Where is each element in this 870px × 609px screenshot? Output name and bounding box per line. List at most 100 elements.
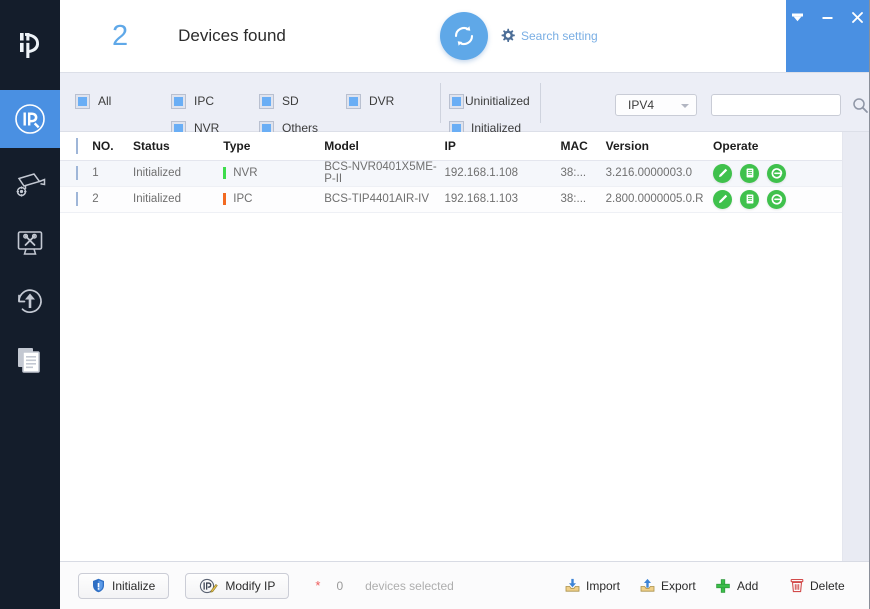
cell-type: NVR <box>223 160 325 187</box>
chevron-down-filled-icon <box>792 13 803 22</box>
cell-model: BCS-TIP4401AIR-IV <box>324 186 445 213</box>
cell-status: Initialized <box>133 160 224 187</box>
select-all-cell <box>60 132 93 161</box>
cell-type-label: IPC <box>233 193 253 205</box>
close-button[interactable] <box>849 9 866 26</box>
row-select-cell <box>60 160 93 187</box>
cell-type: IPC <box>223 186 325 213</box>
browser-e-icon <box>771 168 782 179</box>
main-area: 2 Devices found Search setting All IPC S… <box>60 0 869 609</box>
pencil-edit-icon <box>718 168 727 177</box>
search-setting-button[interactable]: Search setting <box>500 28 598 43</box>
export-label: Export <box>661 578 696 593</box>
cell-operate <box>713 186 842 213</box>
sidebar-item-ip-config[interactable] <box>0 90 60 148</box>
tray-button[interactable] <box>789 9 806 26</box>
checkbox-select-all[interactable] <box>76 137 78 154</box>
checkbox-row-1[interactable] <box>76 166 78 180</box>
device-table-container: NO. Status Type Model IP MAC Version Ope… <box>60 132 869 561</box>
ip-pencil-icon <box>200 578 219 593</box>
search-icon <box>853 98 868 113</box>
import-tray-icon <box>565 578 580 592</box>
search-input[interactable] <box>712 95 840 115</box>
row-edit-button[interactable] <box>713 163 733 183</box>
filter-uninitialized[interactable]: Uninitialized <box>449 93 530 109</box>
add-button[interactable]: Add <box>715 578 758 594</box>
sidebar-item-device-repair[interactable] <box>0 214 60 272</box>
table-row[interactable]: 2 Initialized IPC BCS-TIP4401AIR-IV 192.… <box>60 186 842 213</box>
filter-ipc[interactable]: IPC <box>171 93 215 109</box>
document-details-icon <box>746 194 753 204</box>
checkbox-dvr[interactable] <box>346 93 361 109</box>
browser-e-icon <box>771 194 782 205</box>
filter-divider-right <box>540 83 541 123</box>
initialize-button[interactable]: Initialize <box>78 572 170 599</box>
checkbox-ipc[interactable] <box>171 93 186 109</box>
minimize-button[interactable] <box>819 9 836 26</box>
cell-version: 3.216.0000003.0 <box>605 160 714 187</box>
filter-divider-left <box>440 83 441 123</box>
checkbox-all[interactable] <box>75 93 90 109</box>
cell-no: 1 <box>92 160 134 187</box>
search-input-wrapper[interactable] <box>711 94 841 116</box>
sidebar-item-upgrade[interactable] <box>0 272 60 330</box>
row-web-button[interactable] <box>767 189 787 209</box>
camera-settings-icon <box>16 173 46 197</box>
refresh-button[interactable] <box>440 12 488 60</box>
left-sidebar <box>0 0 60 609</box>
search-submit-button[interactable] <box>852 97 869 119</box>
row-web-button[interactable] <box>767 163 787 183</box>
document-details-icon <box>746 168 753 178</box>
shield-icon <box>93 578 104 593</box>
delete-button[interactable]: Delete <box>790 578 845 593</box>
add-label: Add <box>737 578 759 593</box>
cell-operate <box>713 160 842 187</box>
checkbox-row-2[interactable] <box>76 192 78 206</box>
search-setting-label: Search setting <box>521 28 598 43</box>
devices-found-label: Devices found <box>178 26 286 45</box>
app-logo <box>0 0 60 90</box>
vertical-scrollbar[interactable] <box>842 132 869 561</box>
refresh-circular-arrows-icon <box>454 26 474 46</box>
column-header-version: Version <box>605 132 714 161</box>
checkbox-sd[interactable] <box>259 93 274 109</box>
minimize-icon <box>822 17 833 19</box>
row-edit-button[interactable] <box>713 189 733 209</box>
column-header-no: NO. <box>92 132 134 161</box>
sidebar-item-device-config[interactable] <box>0 156 60 214</box>
cell-mac: 38:... <box>560 160 606 187</box>
modify-ip-label: Modify IP <box>225 578 276 593</box>
row-select-cell <box>60 186 93 213</box>
header-bar: 2 Devices found Search setting <box>60 0 869 72</box>
filter-sd[interactable]: SD <box>259 93 299 109</box>
sidebar-item-logs[interactable] <box>0 330 60 388</box>
selected-count: 0 <box>336 578 344 593</box>
column-header-status: Status <box>133 132 224 161</box>
upgrade-arrow-icon <box>18 289 42 313</box>
footer-toolbar: Initialize Modify IP * 0 devices selecte… <box>60 561 869 609</box>
selected-label: devices selected <box>365 578 454 593</box>
delete-label: Delete <box>810 578 845 593</box>
export-tray-icon <box>640 578 655 592</box>
row-details-button[interactable] <box>740 189 760 209</box>
checkbox-uninitialized[interactable] <box>449 93 464 109</box>
device-manager-window: 2 Devices found Search setting All IPC S… <box>0 0 870 609</box>
row-details-button[interactable] <box>740 163 760 183</box>
protocol-select[interactable]: IPV4 <box>615 94 697 116</box>
import-button[interactable]: Import <box>565 578 620 593</box>
filter-dvr-label: DVR <box>369 94 395 108</box>
chevron-down-icon <box>681 104 689 108</box>
filter-dvr[interactable]: DVR <box>346 93 395 109</box>
plus-icon <box>716 578 730 593</box>
export-button[interactable]: Export <box>640 578 696 593</box>
column-header-model: Model <box>324 132 445 161</box>
cell-model-text: BCS-TIP4401AIR-IV <box>324 193 430 205</box>
trash-icon <box>790 578 804 593</box>
table-row[interactable]: 1 Initialized NVR BCS-NVR0401X5ME-P-II 1… <box>60 160 842 187</box>
device-count: 2 <box>112 19 129 52</box>
cell-model: BCS-NVR0401X5ME-P-II <box>324 160 445 187</box>
modify-ip-button[interactable]: Modify IP <box>185 572 290 599</box>
filter-all[interactable]: All <box>75 93 111 109</box>
filter-ipc-label: IPC <box>194 94 215 108</box>
